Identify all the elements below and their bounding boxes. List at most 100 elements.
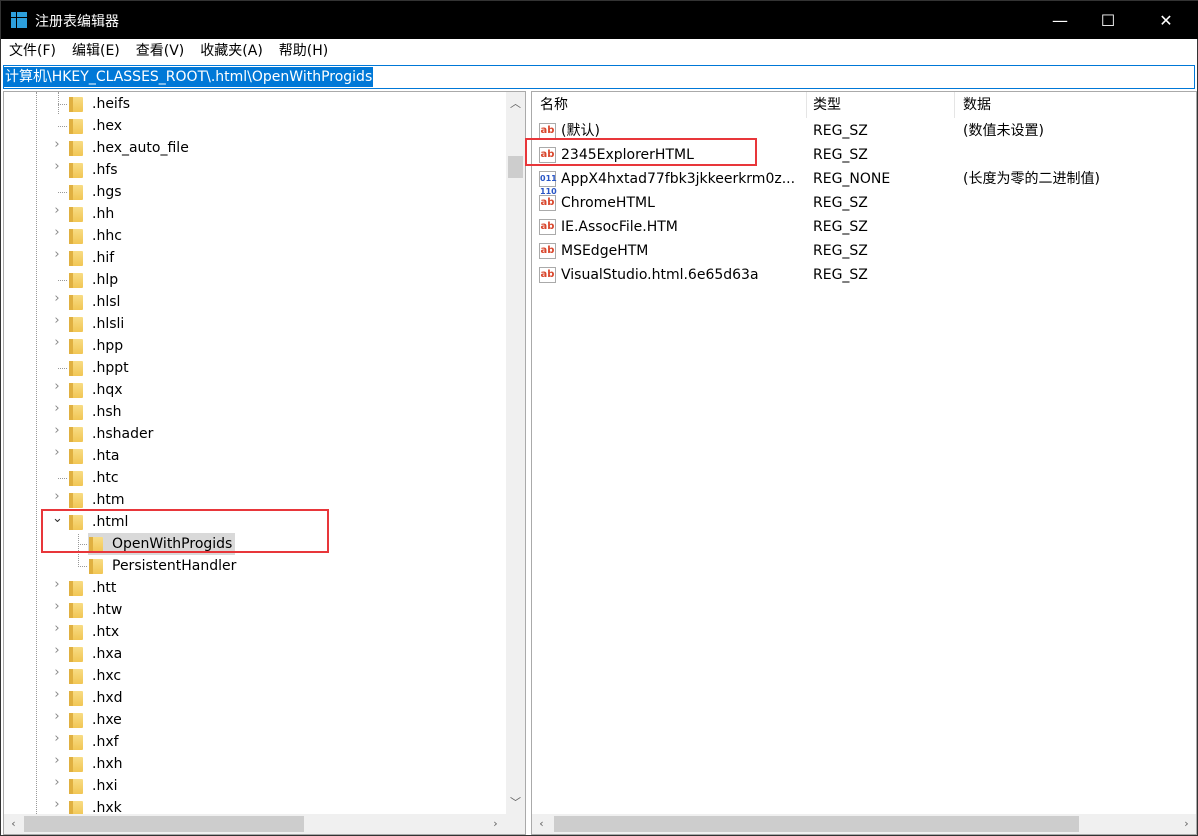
column-header-type[interactable]: 类型 — [805, 92, 955, 118]
menu-file[interactable]: 文件(F) — [9, 39, 56, 63]
expand-chevron-icon[interactable]: › — [52, 709, 62, 731]
menu-favorites[interactable]: 收藏夹(A) — [200, 39, 263, 63]
expand-chevron-icon[interactable]: › — [52, 423, 62, 445]
tree-item[interactable]: .hpp — [68, 335, 126, 357]
column-header-name[interactable]: 名称 — [532, 92, 807, 118]
tree-item[interactable]: .hxc — [68, 665, 124, 687]
value-row[interactable]: ab IE.AssocFile.HTM REG_SZ — [532, 215, 1192, 239]
value-row[interactable]: 011 110 AppX4hxtad77fbk3jkkeerkrm0z... RE… — [532, 167, 1192, 196]
tree-vertical-scrollbar[interactable]: ︿ ﹀ — [506, 92, 525, 814]
tree-item[interactable]: .hgs — [68, 181, 125, 203]
tree-item-label: .hgs — [92, 184, 122, 200]
tree-item[interactable]: .hlsl — [68, 291, 123, 313]
tree-item[interactable]: .hxe — [68, 709, 125, 731]
tree-item[interactable]: PersistentHandler — [88, 555, 239, 577]
tree-item[interactable]: .hxi — [68, 775, 121, 797]
tree-item[interactable]: .hex_auto_file — [68, 137, 192, 159]
tree-item[interactable]: .hsh — [68, 401, 125, 423]
scroll-down-arrow-icon[interactable]: ﹀ — [506, 794, 525, 810]
expand-chevron-icon[interactable]: › — [52, 247, 62, 269]
tree-item[interactable]: .htc — [68, 467, 122, 489]
expand-chevron-icon[interactable]: › — [52, 687, 62, 709]
expand-chevron-icon[interactable]: › — [52, 599, 62, 621]
tree-item[interactable]: .hlp — [68, 269, 121, 291]
expand-chevron-icon[interactable]: › — [52, 775, 62, 797]
folder-icon — [69, 163, 83, 178]
tree-vscroll-thumb[interactable] — [508, 156, 523, 178]
folder-icon — [69, 427, 83, 442]
expand-chevron-icon[interactable]: › — [52, 401, 62, 423]
expand-chevron-icon[interactable]: › — [52, 489, 62, 511]
address-path[interactable]: 计算机\HKEY_CLASSES_ROOT\.html\OpenWithProg… — [4, 67, 374, 87]
tree-item[interactable]: .hxh — [68, 753, 125, 775]
folder-icon — [69, 581, 83, 596]
menu-edit[interactable]: 编辑(E) — [72, 39, 120, 63]
folder-icon — [69, 229, 83, 244]
maximize-button[interactable]: ☐ — [1085, 1, 1131, 39]
scroll-up-arrow-icon[interactable]: ︿ — [506, 95, 525, 111]
tree-item[interactable]: .hta — [68, 445, 122, 467]
tree-item[interactable]: .heifs — [68, 93, 133, 115]
tree-horizontal-scrollbar[interactable]: ‹ › — [4, 814, 525, 834]
expand-chevron-icon[interactable]: › — [52, 577, 62, 599]
tree-item[interactable]: .hxa — [68, 643, 125, 665]
folder-icon — [69, 141, 83, 156]
expand-chevron-icon[interactable]: › — [52, 225, 62, 247]
scroll-left-arrow-icon[interactable]: ‹ — [4, 817, 23, 830]
tree-item[interactable]: .hxd — [68, 687, 126, 709]
values-horizontal-scrollbar[interactable]: ‹ › — [532, 814, 1196, 834]
folder-icon — [69, 471, 83, 486]
expand-chevron-icon[interactable]: › — [52, 137, 62, 159]
expand-chevron-icon[interactable]: › — [52, 291, 62, 313]
expand-chevron-icon[interactable]: › — [52, 335, 62, 357]
expand-chevron-icon[interactable]: › — [52, 159, 62, 181]
tree-item[interactable]: .hshader — [68, 423, 156, 445]
minimize-button[interactable]: — — [1037, 1, 1083, 39]
tree-item[interactable]: .hxf — [68, 731, 122, 753]
tree-item[interactable]: .hif — [68, 247, 117, 269]
value-row[interactable]: ab VisualStudio.html.6e65d63a REG_SZ — [532, 263, 1192, 287]
expand-chevron-icon[interactable]: › — [52, 379, 62, 401]
expand-chevron-icon[interactable]: › — [52, 313, 62, 335]
expand-chevron-icon[interactable]: › — [52, 643, 62, 665]
tree-item[interactable]: .htx — [68, 621, 122, 643]
expand-chevron-icon[interactable]: › — [52, 621, 62, 643]
scroll-right-arrow-icon[interactable]: › — [486, 817, 505, 830]
address-bar[interactable]: 计算机\HKEY_CLASSES_ROOT\.html\OpenWithProg… — [3, 65, 1195, 89]
string-value-icon: ab — [539, 195, 556, 211]
tree-item[interactable]: .hqx — [68, 379, 126, 401]
menu-help[interactable]: 帮助(H) — [279, 39, 328, 63]
tree-item[interactable]: .hh — [68, 203, 117, 225]
tree-item[interactable]: .htt — [68, 577, 119, 599]
value-type: REG_NONE — [813, 171, 891, 187]
column-header-data[interactable]: 数据 — [955, 92, 1196, 118]
expand-chevron-icon[interactable]: › — [52, 203, 62, 225]
value-name: AppX4hxtad77fbk3jkkeerkrm0z... — [561, 171, 796, 187]
tree-item[interactable]: .hex — [68, 115, 125, 137]
expand-chevron-icon[interactable]: › — [52, 753, 62, 775]
folder-icon — [69, 339, 83, 354]
scroll-left-arrow-icon[interactable]: ‹ — [532, 817, 551, 830]
tree-item[interactable]: .htm — [68, 489, 127, 511]
tree-item-label: .hxi — [92, 778, 118, 794]
string-value-icon: ab — [539, 219, 556, 235]
folder-icon — [69, 361, 83, 376]
expand-chevron-icon[interactable]: › — [52, 445, 62, 467]
expand-chevron-icon[interactable]: › — [52, 665, 62, 687]
folder-icon — [69, 691, 83, 706]
menu-view[interactable]: 查看(V) — [136, 39, 185, 63]
tree-item[interactable]: .htw — [68, 599, 125, 621]
scroll-right-arrow-icon[interactable]: › — [1177, 817, 1196, 830]
tree-item[interactable]: .hppt — [68, 357, 132, 379]
tree-item[interactable]: .hfs — [68, 159, 121, 181]
tree-item[interactable]: .hlsli — [68, 313, 127, 335]
close-button[interactable]: ✕ — [1143, 1, 1189, 39]
values-hscroll-thumb[interactable] — [554, 816, 1079, 832]
value-row[interactable]: ab MSEdgeHTM REG_SZ — [532, 239, 1192, 263]
tree-item[interactable]: .hhc — [68, 225, 125, 247]
folder-icon — [89, 559, 103, 574]
folder-icon — [69, 185, 83, 200]
tree-hscroll-thumb[interactable] — [24, 816, 304, 832]
expand-chevron-icon[interactable]: › — [52, 731, 62, 753]
value-row[interactable]: ab ChromeHTML REG_SZ — [532, 191, 1192, 215]
